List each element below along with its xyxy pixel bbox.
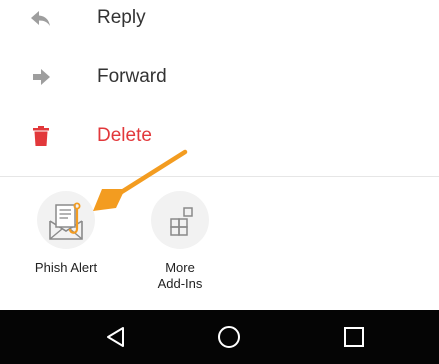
forward-arrow-icon [33,69,50,85]
delete-menu-item[interactable]: Delete [0,111,439,161]
reply-icon [31,11,50,26]
phish-alert-icon-tile [37,191,95,249]
forward-label: Forward [97,66,167,87]
phish-alert-icon [49,202,83,240]
phish-alert-label: Phish Alert [34,260,98,275]
nav-back-button[interactable] [86,310,146,364]
back-triangle-icon [107,327,124,347]
message-actions-menu: Reply Forward Delete [0,0,439,176]
delete-label: Delete [97,125,152,146]
add-ins-grid-icon [170,207,193,236]
recents-square-icon [344,327,364,347]
more-add-ins-icon-tile [151,191,209,249]
nav-home-button[interactable] [199,310,259,364]
more-add-ins-label: More Add-Ins [157,260,203,291]
android-navigation-bar [0,310,439,364]
phish-alert-addin-button[interactable]: Phish Alert [16,191,116,301]
forward-menu-item[interactable]: Forward [0,52,439,102]
home-circle-icon [218,326,240,348]
more-add-ins-button[interactable]: More Add-Ins [130,191,230,301]
add-ins-section: Phish Alert More Add-Ins [0,177,439,307]
reply-menu-item[interactable]: Reply [0,0,439,43]
reply-label: Reply [97,7,146,28]
nav-recents-button[interactable] [324,310,384,364]
trash-icon [33,126,49,146]
